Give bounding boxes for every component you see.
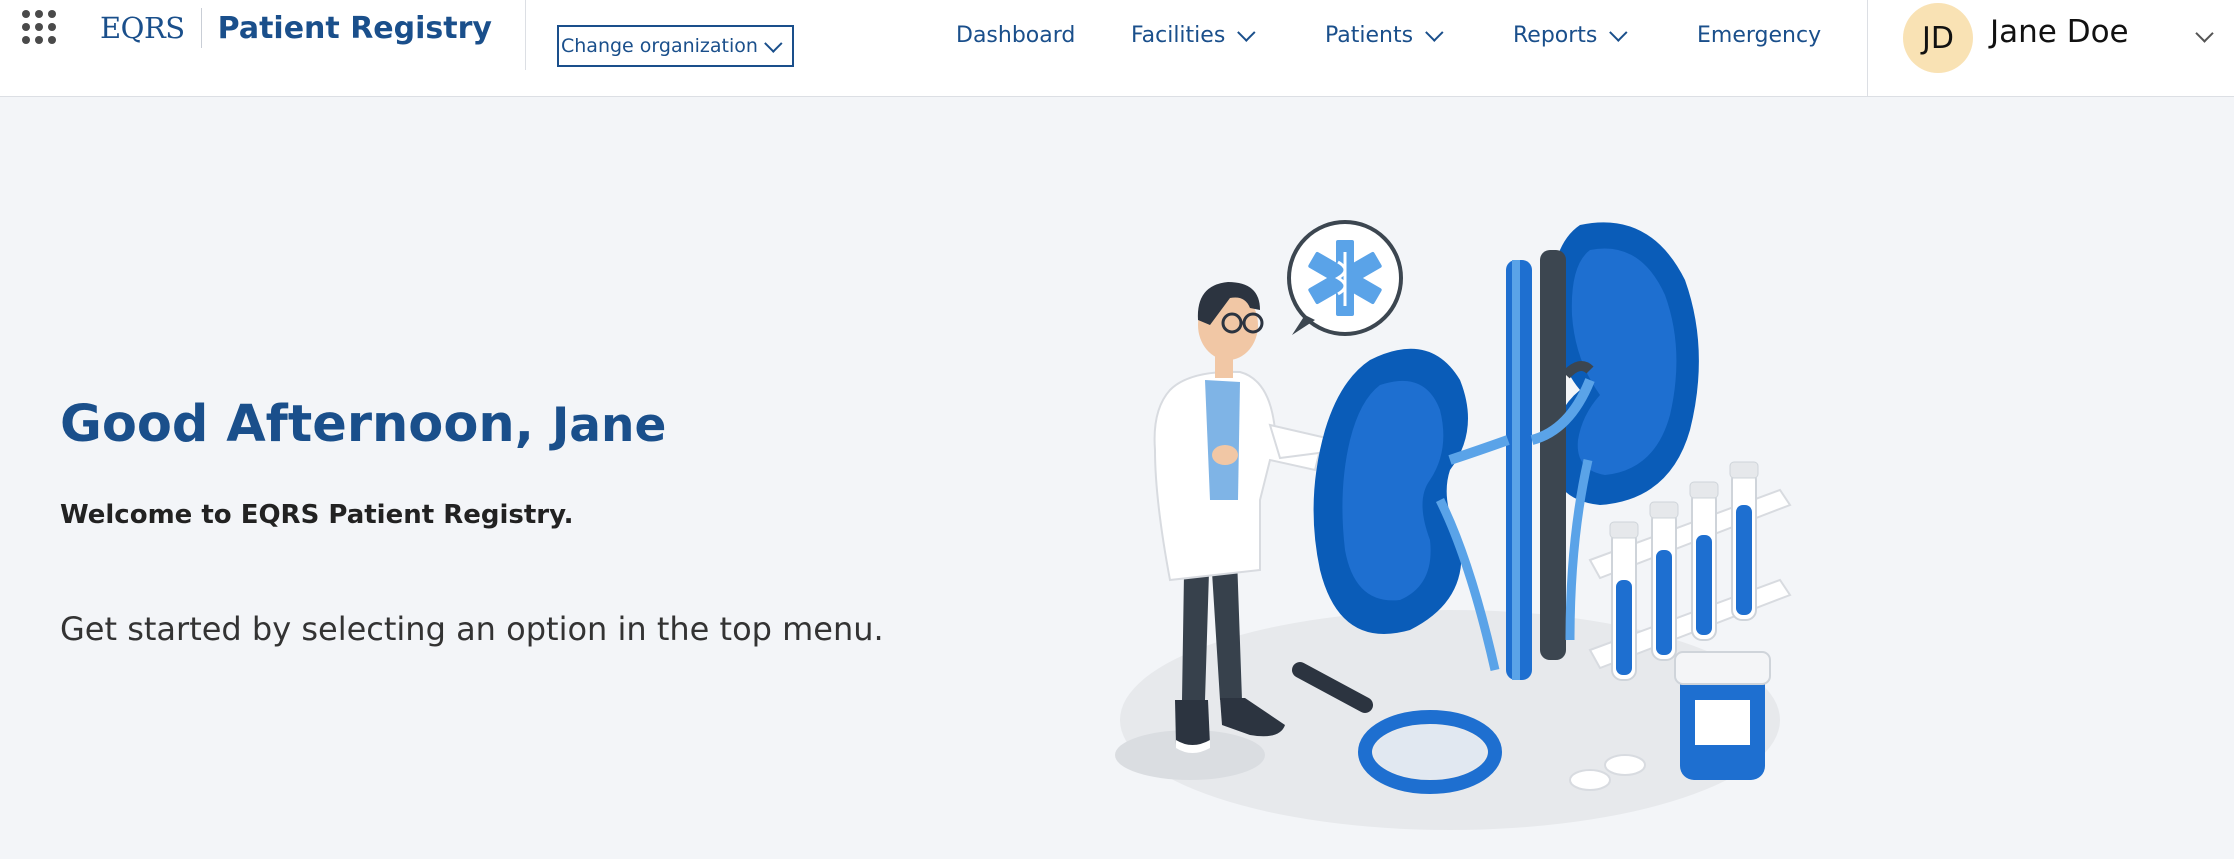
test-tube	[1689, 481, 1719, 641]
avatar-initials: JD	[1922, 20, 1954, 56]
chevron-down-icon	[764, 33, 783, 53]
chevron-down-icon	[1425, 22, 1444, 42]
nav-dashboard-label: Dashboard	[956, 22, 1076, 48]
kidney-doctor-illustration	[1115, 220, 1792, 830]
pill-bottle-icon	[1674, 651, 1771, 780]
welcome-message: Welcome to EQRS Patient Registry.	[60, 500, 574, 530]
user-name: Jane Doe	[1990, 14, 2129, 50]
test-tube	[1609, 521, 1639, 681]
instructions-text: Get started by selecting an option in th…	[60, 610, 884, 648]
test-tube	[1649, 501, 1679, 661]
nav-patients[interactable]: Patients	[1325, 0, 1444, 70]
nav-patients-label: Patients	[1325, 22, 1414, 48]
greeting-heading: Good Afternoon, Jane	[60, 395, 666, 454]
star-of-life-icon	[1287, 220, 1403, 336]
nav-facilities[interactable]: Facilities	[1131, 0, 1256, 70]
nav-emergency[interactable]: Emergency	[1697, 0, 1821, 70]
greeting-text: Good Afternoon,	[60, 395, 535, 454]
app-launcher-grid-icon[interactable]	[22, 10, 58, 46]
chevron-down-icon	[2195, 24, 2214, 43]
top-navigation-bar: EQRS Patient Registry Change organizatio…	[0, 0, 2234, 97]
brand-app-name: Patient Registry	[217, 10, 492, 46]
avatar: JD	[1903, 3, 1973, 73]
brand-logo[interactable]: EQRS Patient Registry	[100, 8, 492, 48]
chevron-down-icon	[1237, 22, 1256, 42]
nav-emergency-label: Emergency	[1697, 22, 1822, 48]
chevron-down-icon	[1609, 22, 1628, 42]
user-menu[interactable]: JD Jane Doe	[1867, 0, 2234, 97]
brand-divider	[200, 8, 202, 48]
header-divider	[525, 0, 526, 70]
nav-reports-label: Reports	[1513, 22, 1598, 48]
nav-facilities-label: Facilities	[1131, 22, 1226, 48]
brand-short-name: EQRS	[100, 11, 185, 45]
change-organization-label: Change organization	[561, 35, 758, 57]
nav-dashboard[interactable]: Dashboard	[956, 0, 1075, 70]
change-organization-button[interactable]: Change organization	[557, 25, 794, 67]
test-tube	[1729, 461, 1759, 621]
greeting-user-name: Jane	[551, 398, 667, 453]
nav-reports[interactable]: Reports	[1513, 0, 1628, 70]
